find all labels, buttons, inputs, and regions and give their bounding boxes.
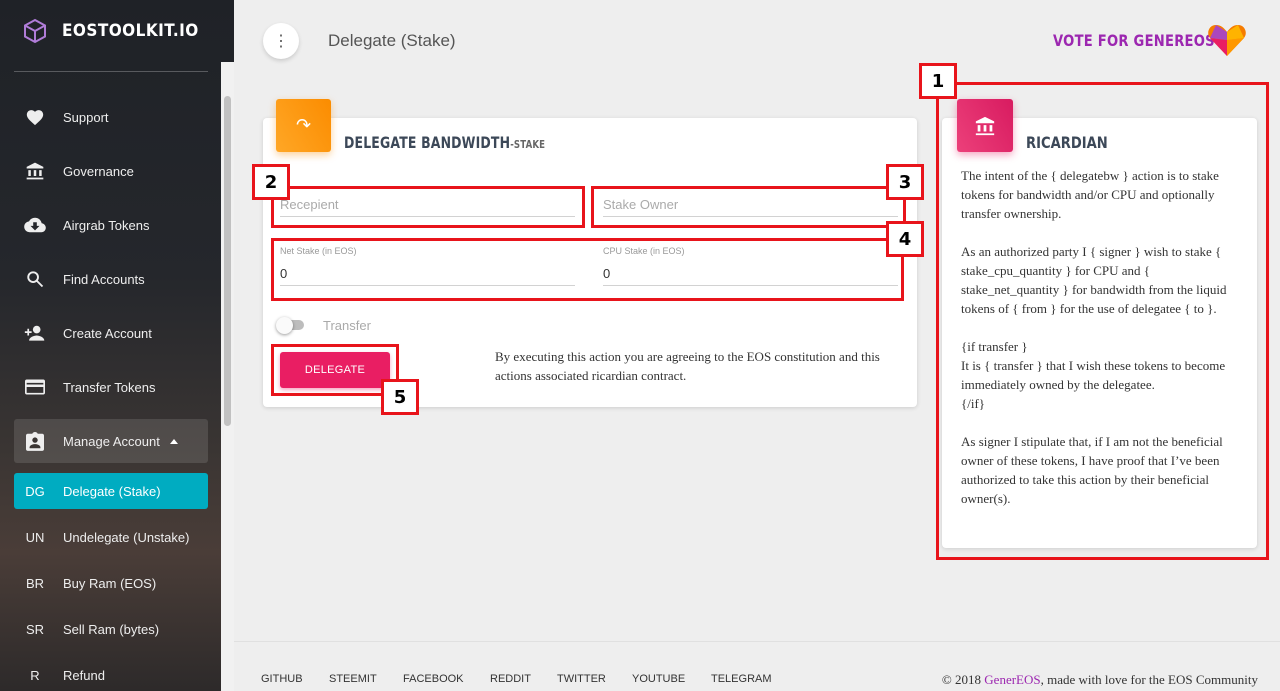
- genereos-link[interactable]: GenerEOS: [984, 672, 1040, 687]
- more-menu-button[interactable]: ⋮: [263, 23, 299, 59]
- sidebar-item-label: Find Accounts: [63, 271, 145, 287]
- toggle-knob: [276, 317, 293, 334]
- search-icon: [24, 268, 46, 290]
- agreement-text: By executing this action you are agreein…: [495, 349, 880, 383]
- copyright-prefix: © 2018: [941, 672, 985, 687]
- sidebar-item-transfer-tokens[interactable]: Transfer Tokens: [14, 365, 208, 409]
- sidebar-subitem-sell-ram[interactable]: SR Sell Ram (bytes): [14, 607, 208, 651]
- delegate-card-icon: ↷: [276, 99, 331, 152]
- sidebar-subitem-label: Refund: [63, 667, 105, 683]
- footer-link-reddit[interactable]: REDDIT: [490, 673, 531, 685]
- assignment-ind-icon: [24, 430, 46, 452]
- sidebar-subitem-undelegate[interactable]: UN Undelegate (Unstake): [14, 515, 208, 559]
- transfer-label: Transfer: [323, 318, 371, 333]
- annotation-label-3: 3: [886, 164, 924, 200]
- sidebar-item-airgrab-tokens[interactable]: Airgrab Tokens: [14, 203, 208, 247]
- divider: [14, 71, 208, 72]
- sidebar-subitem-label: Undelegate (Unstake): [63, 529, 190, 545]
- sidebar-subitem-label: Delegate (Stake): [63, 483, 161, 499]
- footer-link-twitter[interactable]: TWITTER: [557, 673, 606, 685]
- sidebar-subitem-abbr: BR: [25, 575, 45, 591]
- sidebar-subitem-abbr: SR: [25, 621, 45, 637]
- sidebar-item-label: Governance: [63, 163, 134, 179]
- annotation-label-1: 1: [919, 63, 957, 99]
- scrollbar-thumb[interactable]: [224, 96, 231, 426]
- sidebar-subitem-abbr: R: [30, 667, 40, 683]
- sidebar-subitem-refund[interactable]: R Refund: [14, 653, 208, 691]
- sidebar-subitem-delegate[interactable]: DG Delegate (Stake): [14, 473, 208, 509]
- sidebar-item-label: Manage Account: [63, 433, 160, 449]
- genereos-heart-logo-icon[interactable]: [1207, 22, 1247, 58]
- redo-arrow-icon: ↷: [295, 115, 312, 135]
- annotation-box-4: [271, 238, 904, 301]
- copyright-suffix: , made with love for the EOS Community: [1040, 672, 1258, 687]
- sidebar: EOSTOOLKIT.IO Support Governance Airgrab…: [0, 0, 234, 691]
- heart-icon: [24, 106, 46, 128]
- page-title: Delegate (Stake): [328, 31, 456, 50]
- footer-copyright: © 2018 GenerEOS, made with love for the …: [942, 672, 1258, 688]
- person-add-icon: [24, 322, 46, 344]
- brand-name: EOSTOOLKIT.IO: [62, 21, 199, 41]
- caret-up-icon: [169, 438, 178, 444]
- annotation-label-5: 5: [381, 379, 419, 415]
- sidebar-item-find-accounts[interactable]: Find Accounts: [14, 257, 208, 301]
- sidebar-subitem-abbr: UN: [25, 529, 45, 545]
- credit-card-icon: [24, 376, 46, 398]
- footer-link-youtube[interactable]: YOUTUBE: [632, 673, 685, 685]
- footer-link-steemit[interactable]: STEEMIT: [329, 673, 377, 685]
- sidebar-item-create-account[interactable]: Create Account: [14, 311, 208, 355]
- sidebar-item-governance[interactable]: Governance: [14, 149, 208, 193]
- sidebar-subitem-label: Buy Ram (EOS): [63, 575, 157, 591]
- more-vert-icon: ⋮: [273, 33, 289, 50]
- cube-logo-icon: [24, 18, 46, 44]
- annotation-label-2: 2: [252, 164, 290, 200]
- sidebar-item-label: Create Account: [63, 325, 152, 341]
- sidebar-scrollbar[interactable]: [221, 62, 234, 691]
- sidebar-item-label: Airgrab Tokens: [63, 217, 150, 233]
- sidebar-subitem-buy-ram[interactable]: BR Buy Ram (EOS): [14, 561, 208, 605]
- annotation-box-2: [271, 186, 585, 228]
- brand[interactable]: EOSTOOLKIT.IO: [0, 0, 234, 62]
- sidebar-subitem-label: Sell Ram (bytes): [63, 621, 160, 637]
- footer-link-telegram[interactable]: TELEGRAM: [711, 673, 772, 685]
- card-title-text: DELEGATE BANDWIDTH: [344, 133, 511, 152]
- sidebar-item-label: Support: [63, 109, 109, 125]
- transfer-toggle[interactable]: [276, 317, 306, 334]
- bank-icon: [24, 160, 46, 182]
- sidebar-item-manage-account[interactable]: Manage Account: [14, 419, 208, 463]
- vote-for-genereos-link[interactable]: VOTE FOR GENEREOS: [1053, 31, 1215, 50]
- annotation-box-3: [591, 186, 906, 228]
- card-title-subtitle: -STAKE: [510, 138, 546, 151]
- delegate-card-title: DELEGATE BANDWIDTH-STAKE: [344, 133, 545, 152]
- annotation-label-4: 4: [886, 221, 924, 257]
- sidebar-item-label: Transfer Tokens: [63, 379, 156, 395]
- annotation-box-1: [936, 82, 1269, 560]
- footer-link-github[interactable]: GITHUB: [261, 673, 303, 685]
- sidebar-item-support[interactable]: Support: [14, 95, 208, 139]
- annotation-box-5: [271, 344, 399, 396]
- footer: GITHUB STEEMIT FACEBOOK REDDIT TWITTER Y…: [234, 641, 1280, 691]
- cloud-download-icon: [24, 214, 46, 236]
- footer-link-facebook[interactable]: FACEBOOK: [403, 673, 464, 685]
- sidebar-subitem-abbr: DG: [25, 483, 45, 499]
